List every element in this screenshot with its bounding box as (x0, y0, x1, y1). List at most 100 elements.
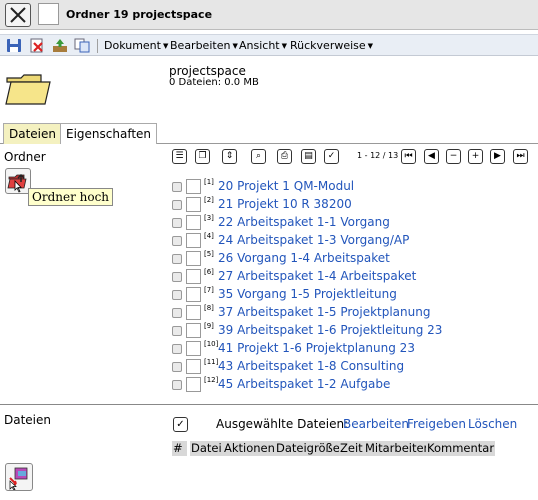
chevron-down-icon: ▼ (367, 42, 374, 50)
search-icon[interactable]: ⌕ (251, 149, 266, 164)
tab-bar: Dateien Eigenschaften (0, 121, 538, 144)
check-icon[interactable]: ✓ (324, 149, 339, 164)
folder-up-icon (7, 173, 27, 193)
selected-files-label: Ausgewählte Dateien: (216, 417, 349, 431)
col-header-kommentar[interactable]: Kommentar (426, 441, 496, 456)
file-link[interactable]: 27 Arbeitspaket 1-4 Arbeitspaket (218, 269, 416, 283)
row-status-checkbox[interactable] (172, 272, 182, 282)
row-number: [6] (204, 268, 214, 276)
row-select-checkbox[interactable] (186, 251, 201, 266)
row-select-checkbox[interactable] (186, 323, 201, 338)
copy-list-icon[interactable]: ❐ (195, 149, 210, 164)
prev-page-icon[interactable]: ◀ (424, 149, 439, 164)
row-select-checkbox[interactable] (186, 197, 201, 212)
print-icon[interactable]: ⎙ (277, 149, 292, 164)
row-status-checkbox[interactable] (172, 236, 182, 246)
close-button[interactable] (5, 3, 31, 27)
upload-icon[interactable] (52, 38, 68, 53)
list-view-icon[interactable]: ☰ (172, 149, 187, 164)
row-status-checkbox[interactable] (172, 218, 182, 228)
list-item: [10] 41 Projekt 1-6 Projektplanung 23 (172, 340, 532, 358)
row-status-checkbox[interactable] (172, 362, 182, 372)
tooltip: Ordner hoch (28, 188, 114, 206)
next-page-icon[interactable]: ▶ (490, 149, 505, 164)
window-title: Ordner 19 projectspace (66, 8, 213, 21)
row-select-checkbox[interactable] (186, 287, 201, 302)
freigeben-link[interactable]: Freigeben (407, 417, 466, 431)
row-number: [12] (204, 376, 219, 384)
row-select-checkbox[interactable] (186, 359, 201, 374)
file-link[interactable]: 39 Arbeitspaket 1-6 Projektleitung 23 (218, 323, 442, 337)
row-status-checkbox[interactable] (172, 380, 182, 390)
row-number: [7] (204, 286, 214, 294)
copy-icon[interactable] (74, 38, 90, 53)
close-icon (10, 7, 26, 23)
menu-ansicht[interactable]: Ansicht ▼ (239, 39, 287, 52)
file-link[interactable]: 43 Arbeitspaket 1-8 Consulting (218, 359, 404, 373)
document-icon[interactable]: ▤ (301, 149, 316, 164)
row-status-checkbox[interactable] (172, 326, 182, 336)
row-status-checkbox[interactable] (172, 308, 182, 318)
file-link[interactable]: 20 Projekt 1 QM-Modul (218, 179, 354, 193)
plus-icon[interactable]: + (468, 149, 483, 164)
save-icon[interactable] (6, 38, 22, 53)
col-header-number[interactable]: # (172, 441, 184, 456)
row-number: [3] (204, 214, 214, 222)
tab-dateien[interactable]: Dateien (3, 123, 63, 144)
loeschen-link[interactable]: Löschen (468, 417, 517, 431)
bearbeiten-link[interactable]: Bearbeiten (343, 417, 409, 431)
col-header-datei[interactable]: Datei (190, 441, 223, 456)
list-item: [9] 39 Arbeitspaket 1-6 Projektleitung 23 (172, 322, 532, 340)
row-select-checkbox[interactable] (186, 305, 201, 320)
file-link[interactable]: 26 Vorgang 1-4 Arbeitspaket (218, 251, 390, 265)
last-page-icon[interactable]: ⏭ (513, 149, 528, 164)
row-number: [4] (204, 232, 214, 240)
col-header-mitarbeiter[interactable]: Mitarbeiter (364, 441, 430, 456)
row-status-checkbox[interactable] (172, 344, 182, 354)
divider (0, 404, 538, 405)
row-status-checkbox[interactable] (172, 182, 182, 192)
file-link[interactable]: 22 Arbeitspaket 1-1 Vorgang (218, 215, 390, 229)
file-link[interactable]: 41 Projekt 1-6 Projektplanung 23 (218, 341, 415, 355)
row-select-checkbox[interactable] (186, 233, 201, 248)
row-number: [8] (204, 304, 214, 312)
ordner-label: Ordner (4, 150, 46, 164)
title-checkbox[interactable] (38, 3, 59, 25)
row-select-checkbox[interactable] (186, 215, 201, 230)
menu-dokument[interactable]: Dokument ▼ (104, 39, 168, 52)
row-status-checkbox[interactable] (172, 254, 182, 264)
menu-bearbeiten[interactable]: Bearbeiten ▼ (170, 39, 238, 52)
row-select-checkbox[interactable] (186, 341, 201, 356)
add-file-icon (9, 467, 28, 491)
tab-eigenschaften[interactable]: Eigenschaften (60, 123, 158, 144)
row-number: [2] (204, 196, 214, 204)
delete-icon[interactable] (29, 38, 45, 53)
row-status-checkbox[interactable] (172, 290, 182, 300)
select-all-checkbox[interactable]: ✓ (173, 417, 188, 432)
file-link[interactable]: 45 Arbeitspaket 1-2 Aufgabe (218, 377, 390, 391)
project-info: 0 Dateien: 0.0 MB (169, 77, 259, 88)
list-item: [5] 26 Vorgang 1-4 Arbeitspaket (172, 250, 532, 268)
col-header-zeit[interactable]: Zeit (339, 441, 364, 456)
minus-icon[interactable]: − (446, 149, 461, 164)
menu-rueckverweise[interactable]: Rückverweise ▼ (290, 39, 373, 52)
col-header-dateigroesse[interactable]: Dateigröße (275, 441, 341, 456)
toolbar: Dokument ▼ Bearbeiten ▼ Ansicht ▼ Rückverwe… (0, 34, 538, 56)
file-link[interactable]: 37 Arbeitspaket 1-5 Projektplanung (218, 305, 430, 319)
add-file-button[interactable] (5, 463, 33, 491)
file-link[interactable]: 35 Vorgang 1-5 Projektleitung (218, 287, 397, 301)
row-select-checkbox[interactable] (186, 179, 201, 194)
first-page-icon[interactable]: ⏮ (401, 149, 416, 164)
sort-icon[interactable]: ⇕ (222, 149, 237, 164)
page-info: 1 - 12 / 13 (357, 151, 399, 160)
row-status-checkbox[interactable] (172, 200, 182, 210)
file-link[interactable]: 21 Projekt 10 R 38200 (218, 197, 352, 211)
chevron-down-icon: ▼ (162, 42, 169, 50)
row-number: [1] (204, 178, 214, 186)
list-item: [7] 35 Vorgang 1-5 Projektleitung (172, 286, 532, 304)
col-header-aktionen[interactable]: Aktionen (223, 441, 276, 456)
list-item: [3] 22 Arbeitspaket 1-1 Vorgang (172, 214, 532, 232)
row-select-checkbox[interactable] (186, 269, 201, 284)
row-select-checkbox[interactable] (186, 377, 201, 392)
file-link[interactable]: 24 Arbeitspaket 1-3 Vorgang/AP (218, 233, 409, 247)
